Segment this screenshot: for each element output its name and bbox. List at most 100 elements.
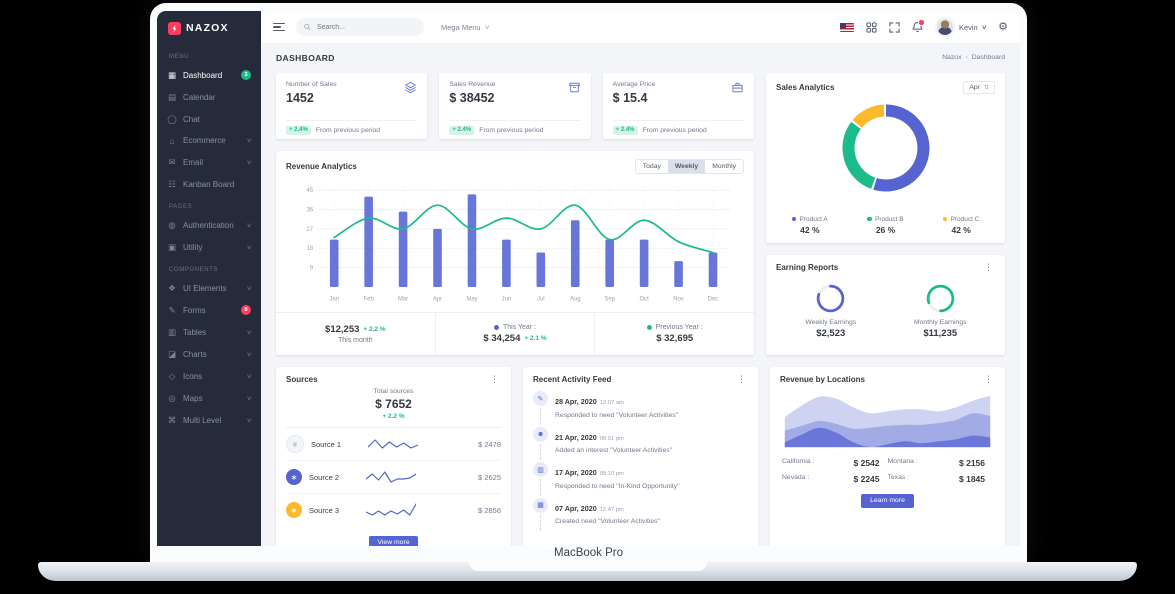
revenue-footer-stat: Previous Year :$ 32,695 [594,313,754,355]
apps-grid-icon[interactable] [866,22,877,33]
learn-more-button[interactable]: Learn more [861,494,914,508]
sidebar-item-label: Calendar [183,93,215,102]
sidebar-item-authentication[interactable]: ◍Authentication∨ [157,214,261,236]
activity-date: 07 Apr, 2020 [555,504,597,513]
utility-icon: ▣ [167,242,177,253]
activity-time: 12:47 pm [600,507,624,513]
sidebar-section-label: PAGES [157,195,261,214]
search-box[interactable] [296,18,424,36]
email-icon: ✉ [167,157,177,168]
sidebar-item-kanban-board[interactable]: ☷Kanban Board [157,173,261,195]
icons-icon: ◇ [167,371,177,382]
location-entry: Nevada :$ 2245 [782,474,888,484]
earning-report-value: $2,523 [816,328,845,339]
sidebar-item-label: Email [183,158,203,167]
period-select[interactable]: Apr ⇅ [963,81,995,94]
view-more-button[interactable]: View more [369,536,419,547]
sidebar-item-maps[interactable]: ◎Maps∨ [157,387,261,409]
sources-total-delta: + 2.2 % [286,413,501,420]
svg-text:Feb: Feb [364,296,375,302]
tab-weekly[interactable]: Weekly [668,160,705,173]
sidebar-item-dashboard[interactable]: ▦Dashboard3 [157,64,261,86]
tab-today[interactable]: Today [636,160,668,173]
chevron-down-icon: ∨ [246,395,252,402]
svg-text:18: 18 [306,246,313,252]
stat-card-value: $ 15.4 [613,91,656,105]
sidebar-item-calendar[interactable]: ▤Calendar [157,86,261,108]
source-value: $ 2625 [478,473,501,482]
svg-text:Aug: Aug [570,296,581,302]
authentication-icon: ◍ [167,220,177,231]
brand-logo-icon [168,22,181,35]
sidebar-item-label: Ecommerce [183,136,226,145]
select-arrows-icon: ⇅ [984,84,989,91]
sidebar-section-label: COMPONENTS [157,258,261,277]
activity-feed-card: Recent Activity Feed ⋮ ✎28 Apr, 202012:0… [523,367,758,546]
location-value: $ 2156 [959,458,985,468]
activity-item: ✎28 Apr, 202012:07 amResponded to need "… [533,391,748,427]
topbar: Mega Menu ∨ [261,11,1020,43]
brand-logo[interactable]: NAZOX [157,11,261,45]
notifications-bell-icon[interactable] [912,21,923,33]
sidebar-item-ecommerce[interactable]: ⌂Ecommerce∨ [157,130,261,151]
locations-footer: Learn more [770,484,1005,517]
location-label: Montana : [888,458,918,468]
revenue-footer-value: $12,253 [325,324,359,335]
chevron-down-icon: ∨ [246,285,252,292]
revenue-analytics-chart: 918273645JanFebMarAprMayJunJulAugSepOctN… [284,176,746,308]
chevron-down-icon: ∨ [246,373,252,380]
forms-icon: ✎ [167,305,177,316]
breadcrumb-root[interactable]: Nazox [942,54,961,61]
edit-icon: ✎ [533,391,548,406]
source-row: ∗Source 3$ 2856 [286,494,501,526]
avatar [935,17,955,37]
fullscreen-icon[interactable] [889,22,900,33]
source-sparkline [368,436,418,452]
sidebar-item-chat[interactable]: ◯Chat [157,108,261,130]
kebab-menu-icon[interactable]: ⋮ [982,375,995,384]
sidebar-item-label: Utility [183,243,203,252]
settings-gear-icon[interactable]: ⚙ [998,22,1008,33]
language-flag-icon[interactable] [840,23,854,32]
menu-toggle-icon[interactable] [273,23,285,31]
sidebar-item-charts[interactable]: ◪Charts∨ [157,343,261,365]
page-header: DASHBOARD Nazox › Dashboard [276,49,1005,66]
charts-icon: ◪ [167,349,177,360]
chevron-down-icon: ∨ [484,24,490,31]
breadcrumb: Nazox › Dashboard [942,54,1005,61]
kebab-menu-icon[interactable]: ⋮ [488,375,501,384]
coin-source-2-icon: ∗ [286,469,302,485]
sidebar-item-utility[interactable]: ▣Utility∨ [157,236,261,258]
activity-feed-header: Recent Activity Feed ⋮ [523,367,758,384]
source-row: ∗Source 1$ 2478 [286,428,501,461]
breadcrumb-current: Dashboard [972,54,1005,61]
source-sparkline [366,469,416,485]
sidebar-item-email[interactable]: ✉Email∨ [157,151,261,173]
sidebar-item-forms[interactable]: ✎Forms8 [157,299,261,321]
sidebar-item-multi-level[interactable]: ⌘Multi Level∨ [157,409,261,431]
kebab-menu-icon[interactable]: ⋮ [982,263,995,272]
legend-dot [867,217,872,222]
sidebar-item-label: Multi Level [183,416,221,425]
location-entry: Montana : $ 2156 [888,458,994,468]
kebab-menu-icon[interactable]: ⋮ [735,375,748,384]
sidebar-item-tables[interactable]: ▥Tables∨ [157,321,261,343]
laptop-base-notch [469,562,707,571]
tab-monthly[interactable]: Monthly [705,160,743,173]
legend-dot [494,325,499,330]
stat-card-value: $ 38452 [449,91,495,105]
search-icon [304,23,311,31]
sidebar-item-ui-elements[interactable]: ❖UI Elements∨ [157,277,261,299]
user-menu[interactable]: Kevin ∨ [935,17,986,37]
location-value: $ 2542 [854,458,880,468]
stat-card-note: From previous period [316,127,380,134]
earning-report-item: Monthly Earnings$11,235 [886,282,996,339]
sidebar-item-icons[interactable]: ◇ Icons ∨ [157,365,261,387]
revenue-footer-stat: $12,253+ 2.2 %This month [276,313,435,355]
legend-label: Product C [950,216,979,223]
sidebar-item-label: Icons [183,372,202,381]
search-input[interactable] [315,23,416,32]
sources-rows: ∗Source 1$ 2478∗Source 2$ 2625∗Source 3$… [276,428,511,526]
chat-icon: ◯ [167,114,177,125]
mega-menu-button[interactable]: Mega Menu ∨ [435,22,495,33]
